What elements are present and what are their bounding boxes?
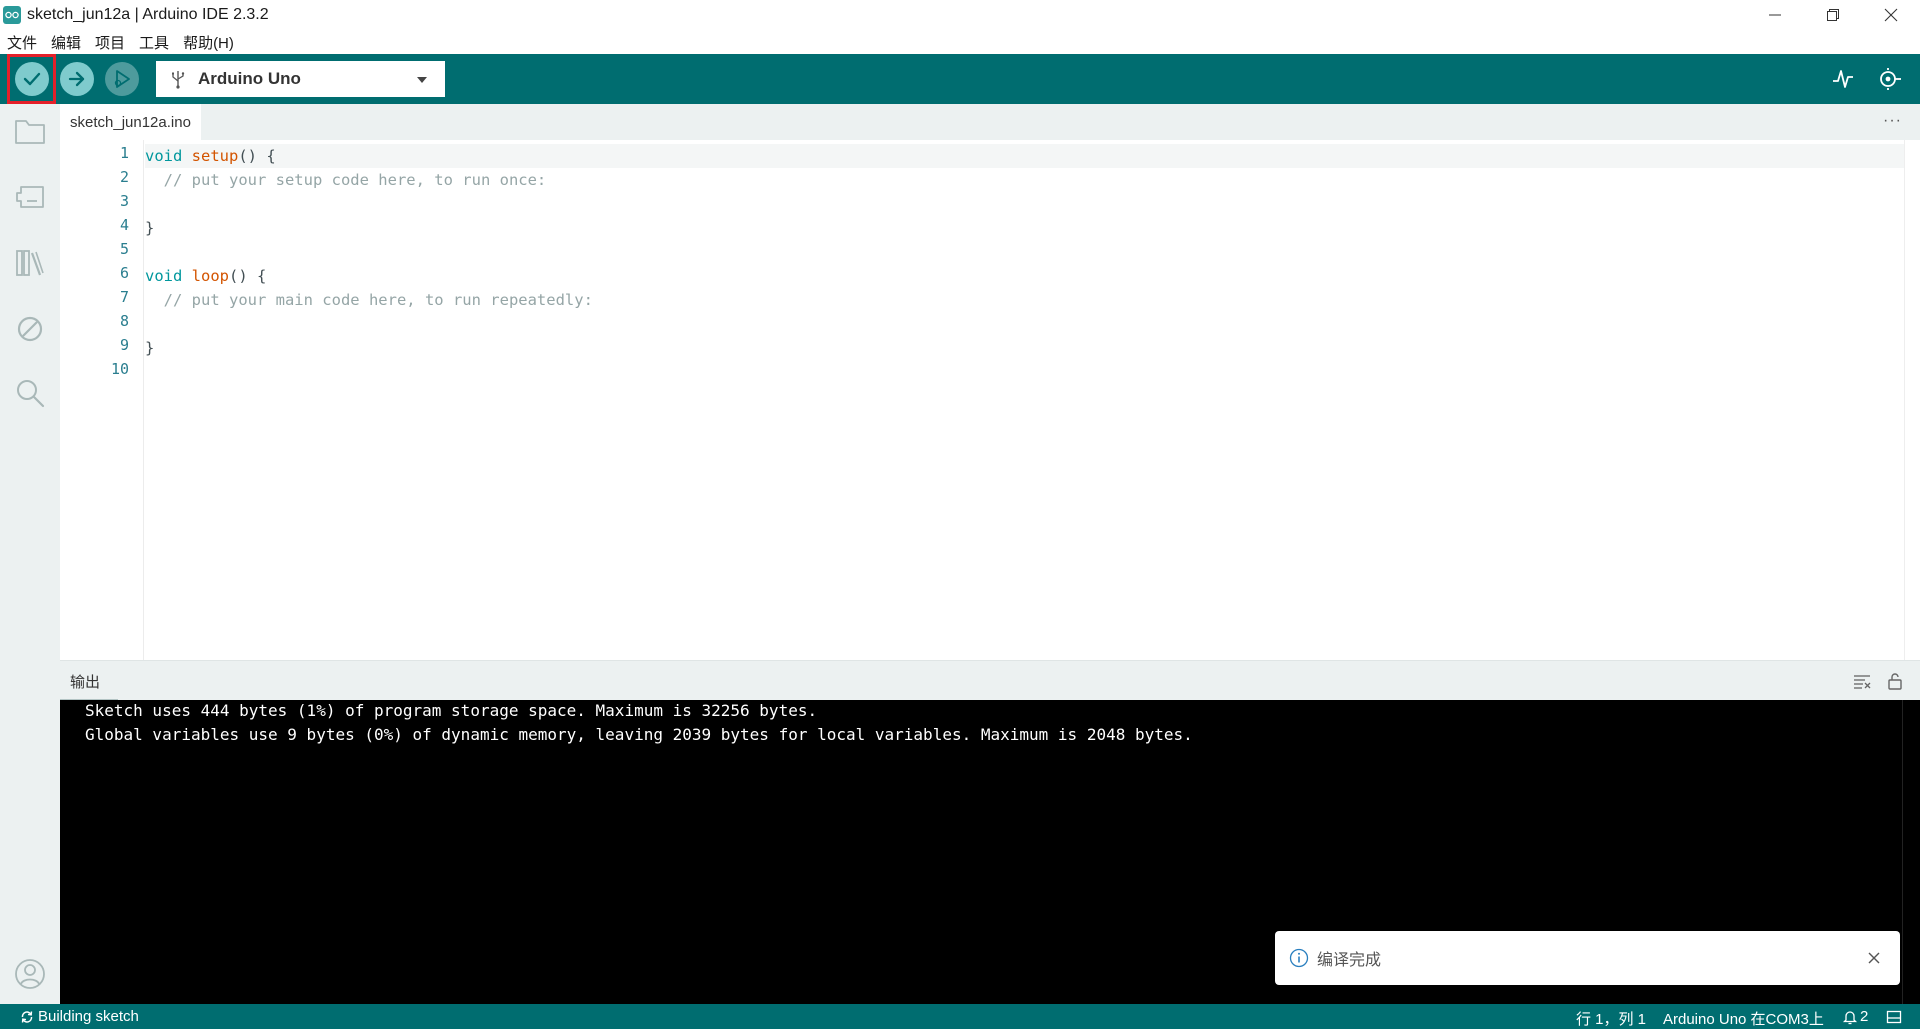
code-line: // put your main code here, to run repea…: [145, 291, 593, 309]
line-number-gutter: 1 2 3 4 5 6 7 8 9 10: [60, 140, 144, 660]
line-number: 2: [119, 168, 129, 186]
code-line: void loop() {: [145, 267, 267, 285]
editor-scrollbar[interactable]: [1904, 140, 1920, 660]
debug-play-icon: [114, 70, 130, 88]
arduino-logo-icon: [3, 6, 21, 24]
build-status-text: Building sketch: [38, 1008, 139, 1025]
serial-monitor-icon: [1880, 68, 1901, 90]
clear-output-button[interactable]: [1852, 671, 1872, 691]
line-number: 9: [119, 336, 129, 354]
account-button[interactable]: [13, 957, 47, 991]
chevron-down-icon: [417, 77, 427, 83]
folder-icon: [15, 120, 45, 144]
code-line: void setup() {: [145, 147, 276, 165]
library-manager-button[interactable]: [13, 246, 47, 280]
more-options-icon[interactable]: ···: [1883, 112, 1902, 130]
menu-sketch[interactable]: 项目: [95, 32, 125, 53]
notification-bell-icon[interactable]: [1842, 1009, 1858, 1025]
code-line: }: [145, 219, 155, 237]
no-debug-icon: [17, 316, 43, 342]
line-number: 7: [119, 288, 129, 306]
board-icon: [16, 186, 44, 208]
notification-count: 2: [1860, 1008, 1869, 1025]
board-selector[interactable]: Arduino Uno: [156, 61, 445, 97]
sync-icon: [21, 1010, 33, 1023]
clear-output-icon: [1854, 675, 1871, 689]
minimize-icon: [1769, 14, 1781, 16]
menu-help[interactable]: 帮助(H): [183, 32, 234, 53]
debug-button[interactable]: [105, 62, 139, 96]
tab-sketch-file[interactable]: sketch_jun12a.ino: [60, 104, 201, 140]
title-bar: sketch_jun12a | Arduino IDE 2.3.2: [0, 0, 1920, 30]
debug-view-button[interactable]: [13, 312, 47, 346]
menu-bar: 文件 编辑 项目 工具 帮助(H): [0, 30, 1920, 54]
line-number: 6: [119, 264, 129, 282]
serial-plotter-button[interactable]: [1828, 64, 1858, 94]
line-number: 10: [110, 360, 129, 378]
editor-tab-bar: sketch_jun12a.ino ···: [60, 104, 1920, 140]
search-button[interactable]: [13, 376, 47, 410]
menu-file[interactable]: 文件: [7, 32, 37, 53]
sketchbook-button[interactable]: [13, 114, 47, 148]
activity-bar: [0, 104, 60, 1004]
boards-manager-button[interactable]: [13, 179, 47, 213]
serial-monitor-button[interactable]: [1874, 64, 1904, 94]
toggle-panel-icon[interactable]: [1886, 1009, 1902, 1025]
close-window-button[interactable]: [1862, 0, 1920, 30]
restore-button[interactable]: [1804, 0, 1862, 30]
serial-plotter-icon: [1833, 70, 1853, 88]
line-number: 1: [119, 144, 129, 162]
scroll-lock-button[interactable]: [1885, 671, 1905, 691]
code-line: // put your setup code here, to run once…: [145, 171, 547, 189]
info-icon: [1289, 948, 1309, 968]
board-name: Arduino Uno: [198, 69, 301, 88]
arrow-right-icon: [68, 71, 85, 87]
minimize-button[interactable]: [1746, 0, 1804, 30]
line-number: 3: [119, 192, 129, 210]
notification-toast: 编译完成: [1275, 931, 1900, 985]
account-icon: [15, 959, 45, 989]
console-line: Global variables use 9 bytes (0%) of dyn…: [85, 725, 1193, 744]
code-editor[interactable]: 1 2 3 4 5 6 7 8 9 10 void setup() { // p…: [60, 140, 1920, 660]
checkmark-icon: [23, 72, 41, 86]
close-icon: [1868, 952, 1880, 964]
output-panel-header: 输出: [60, 660, 1920, 701]
build-status: Building sketch: [20, 1008, 139, 1025]
verify-button[interactable]: [15, 62, 49, 96]
library-icon: [16, 250, 44, 276]
code-line: }: [145, 339, 155, 357]
unlock-icon: [1888, 673, 1902, 690]
output-tab[interactable]: 输出: [70, 671, 100, 692]
tab-label: sketch_jun12a.ino: [70, 113, 191, 131]
notification-text: 编译完成: [1317, 952, 1382, 969]
search-icon: [17, 380, 45, 408]
console-scrollbar[interactable]: [1902, 700, 1920, 1004]
line-number: 8: [119, 312, 129, 330]
line-number: 4: [119, 216, 129, 234]
current-line-highlight: [145, 144, 1905, 168]
restore-icon: [1827, 9, 1839, 21]
toolbar: Arduino Uno: [0, 54, 1920, 104]
window-title: sketch_jun12a | Arduino IDE 2.3.2: [27, 6, 269, 23]
line-number: 5: [119, 240, 129, 258]
upload-button[interactable]: [60, 62, 94, 96]
status-bar: Building sketch 行 1，列 1 Arduino Uno 在COM…: [0, 1004, 1920, 1029]
console-line: Sketch uses 444 bytes (1%) of program st…: [85, 701, 818, 720]
close-icon: [1884, 8, 1898, 22]
cursor-position: 行 1，列 1: [1576, 1011, 1647, 1028]
menu-tools[interactable]: 工具: [139, 32, 169, 53]
close-notification-button[interactable]: [1864, 948, 1884, 968]
usb-icon: [172, 71, 185, 89]
board-port-status[interactable]: Arduino Uno 在COM3上: [1663, 1008, 1824, 1029]
menu-edit[interactable]: 编辑: [51, 32, 81, 53]
